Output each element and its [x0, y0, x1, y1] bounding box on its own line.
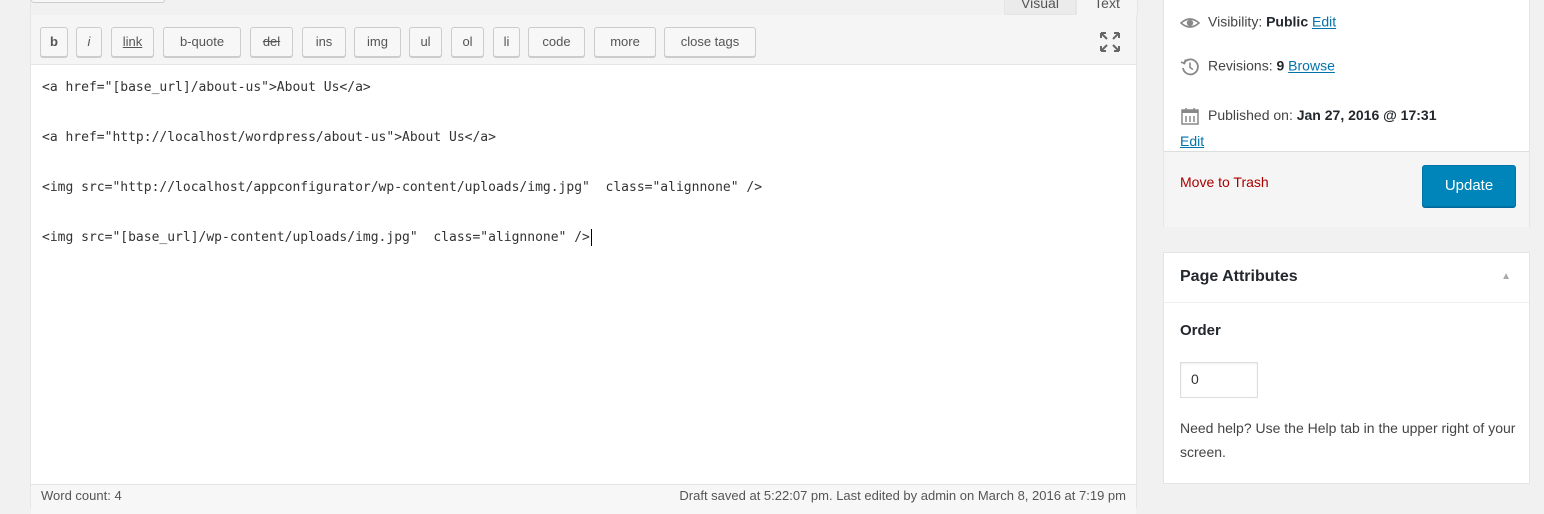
editor-tab-strip: Visual Text [31, 0, 1138, 15]
qt-more-button[interactable]: more [594, 27, 656, 57]
word-count: Word count: 4 [41, 488, 122, 503]
qt-bold-button[interactable]: b [40, 27, 68, 57]
qt-link-button[interactable]: link [111, 27, 154, 57]
text-caret [590, 229, 592, 246]
update-button[interactable]: Update [1422, 165, 1516, 207]
revisions-count: 9 [1276, 57, 1285, 74]
autosave-status: Draft saved at 5:22:07 pm. Last edited b… [679, 488, 1126, 503]
visibility-edit-link[interactable]: Edit [1312, 14, 1336, 30]
qt-close-tags-button[interactable]: close tags [664, 27, 756, 57]
collapse-arrow-icon[interactable]: ▲ [1501, 271, 1511, 282]
editor-status-bar: Word count: 4 Draft saved at 5:22:07 pm.… [31, 484, 1136, 514]
qt-bquote-button[interactable]: b-quote [163, 27, 241, 57]
code-line: <a href="[base_url]/about-us">About Us</… [42, 80, 371, 95]
order-label: Order [1180, 322, 1221, 339]
help-text: Need help? Use the Help tab in the upper… [1180, 420, 1516, 460]
editor-container: Visual Text b i link b-quote del ins img… [30, 0, 1138, 514]
fullscreen-icon[interactable] [1099, 31, 1121, 53]
revisions-browse-link[interactable]: Browse [1288, 58, 1335, 74]
revisions-clock-icon [1180, 58, 1199, 76]
tab-visual[interactable]: Visual [1004, 0, 1076, 15]
publish-panel: Visibility: Public Edit Revisions: 9 Bro… [1163, 0, 1530, 227]
qt-italic-button[interactable]: i [76, 27, 102, 57]
add-media-button[interactable] [31, 0, 165, 3]
code-line-text: <img src="[base_url]/wp-content/uploads/… [42, 230, 590, 245]
revisions-row: Revisions: 9 Browse [1180, 57, 1335, 77]
calendar-icon [1181, 108, 1199, 126]
qt-ul-button[interactable]: ul [409, 27, 442, 57]
published-date: Jan 27, 2016 @ 17:31 [1296, 107, 1437, 123]
code-line: <a href="http://localhost/wordpress/abou… [42, 130, 496, 145]
content-textarea[interactable]: <a href="[base_url]/about-us">About Us</… [31, 66, 1136, 466]
page-attributes-panel: Page Attributes ▲ Order 0 Need help? Use… [1163, 252, 1530, 484]
move-to-trash-link[interactable]: Move to Trash [1180, 174, 1269, 190]
visibility-eye-icon [1180, 18, 1200, 28]
published-row: Published on: Jan 27, 2016 @ 17:31 Edit [1180, 102, 1520, 154]
code-line: <img src="http://localhost/appconfigurat… [42, 180, 763, 195]
code-line: <img src="[base_url]/wp-content/uploads/… [42, 227, 1125, 277]
order-input[interactable]: 0 [1180, 362, 1258, 398]
qt-li-button[interactable]: li [493, 27, 520, 57]
qt-del-button[interactable]: del [250, 27, 293, 57]
qt-ins-button[interactable]: ins [302, 27, 346, 57]
page-attributes-header[interactable]: Page Attributes ▲ [1164, 253, 1529, 303]
qt-ol-button[interactable]: ol [451, 27, 484, 57]
qt-img-button[interactable]: img [354, 27, 401, 57]
qt-code-button[interactable]: code [528, 27, 585, 57]
page-attributes-title: Page Attributes [1180, 268, 1298, 285]
visibility-label: Visibility: [1208, 13, 1263, 30]
quicktags-toolbar: b i link b-quote del ins img ul ol li co… [31, 15, 1136, 65]
published-label: Published on: [1208, 107, 1293, 123]
visibility-value: Public [1266, 13, 1309, 30]
tab-text[interactable]: Text [1076, 0, 1138, 15]
published-edit-link[interactable]: Edit [1180, 133, 1204, 149]
visibility-row: Visibility: Public Edit [1180, 13, 1336, 33]
publish-actions: Move to Trash Update [1164, 151, 1529, 227]
revisions-label: Revisions: [1208, 57, 1273, 74]
